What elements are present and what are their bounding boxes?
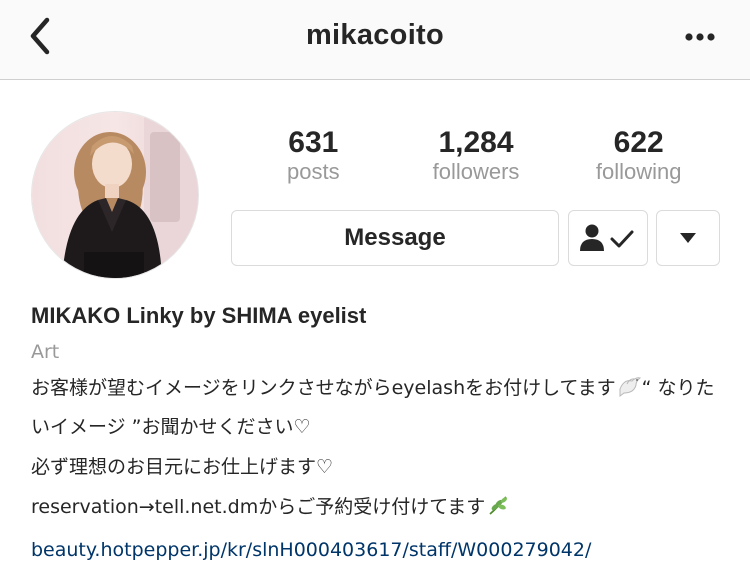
- posts-label: posts: [287, 159, 340, 184]
- profile-photo: [32, 112, 198, 278]
- herb-icon: [487, 492, 509, 528]
- website-link[interactable]: beauty.hotpepper.jp/kr/slnH000403617/sta…: [31, 532, 731, 561]
- category-label: Art: [31, 341, 60, 363]
- bio-line-1: お客様が望むイメージをリンクさせながらeyelashをお付けしてます “ なりた: [31, 370, 731, 409]
- followers-count: 1,284: [438, 126, 514, 159]
- bio-line-1-tail: “ なりた: [641, 377, 715, 399]
- following-count: 622: [613, 126, 664, 159]
- bio-line-4-text: reservation→tell.net.dmからご予約受け付けてます: [31, 496, 486, 518]
- followers-label: followers: [432, 159, 520, 184]
- profile-avatar[interactable]: [31, 111, 199, 279]
- profile-stats: 631 posts 1,284 followers 622 following: [232, 124, 720, 185]
- full-name: MIKAKO Linky by SHIMA eyelist: [31, 303, 367, 328]
- nav-bar: mikacoito: [0, 0, 750, 80]
- person-check-icon: [580, 224, 634, 251]
- message-button[interactable]: Message: [231, 210, 559, 266]
- caret-down-icon: [680, 233, 696, 243]
- following-button[interactable]: [568, 210, 648, 266]
- more-horizontal-icon: [685, 33, 715, 41]
- following-label: following: [595, 159, 682, 184]
- username-title: mikacoito: [305, 19, 445, 51]
- stat-followers[interactable]: 1,284 followers: [395, 124, 558, 185]
- bio-line-3: 必ず理想のお目元にお仕上げます♡: [31, 456, 334, 478]
- posts-count: 631: [288, 126, 339, 159]
- more-options-button[interactable]: [680, 24, 720, 50]
- stat-following[interactable]: 622 following: [557, 124, 720, 185]
- stat-posts[interactable]: 631 posts: [232, 124, 395, 185]
- bio-line-4: reservation→tell.net.dmからご予約受け付けてます: [31, 489, 731, 528]
- profile-bio: MIKAKO Linky by SHIMA eyelist Art お客様が望む…: [31, 302, 731, 561]
- bio-line-1-text: お客様が望むイメージをリンクさせながらeyelashをお付けしてます: [31, 377, 616, 399]
- dove-icon: [618, 373, 642, 409]
- bio-line-2: いイメージ ”お聞かせください♡: [31, 416, 311, 438]
- suggestions-dropdown-button[interactable]: [656, 210, 720, 266]
